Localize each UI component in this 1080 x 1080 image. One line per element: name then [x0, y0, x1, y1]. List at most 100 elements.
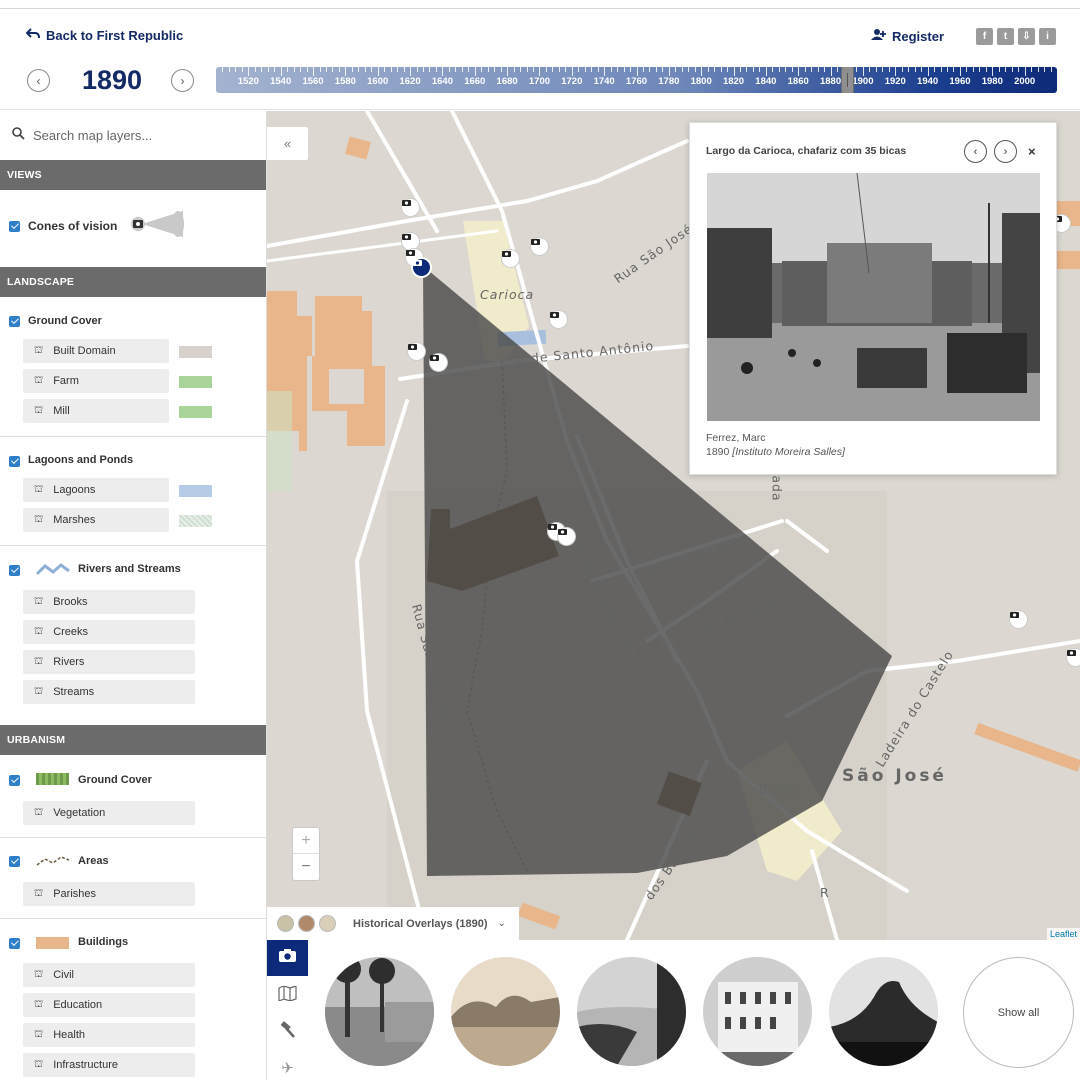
lagoons-checkbox[interactable] — [9, 456, 20, 467]
register-link[interactable]: Register — [871, 28, 944, 44]
zoom-in-button[interactable]: + — [293, 828, 319, 854]
timeline-tick — [1005, 67, 1007, 72]
camera-icon[interactable] — [402, 233, 419, 250]
camera-icon[interactable] — [1067, 649, 1080, 666]
chevron-left-icon: ‹ — [36, 73, 41, 88]
urban-ground-cover-checkbox[interactable] — [9, 775, 20, 786]
layer-vegetation[interactable]: ⛫ Vegetation — [23, 801, 195, 825]
timeline-tick-label: 1620 — [399, 76, 421, 87]
timeline-tick-label: 1720 — [561, 76, 583, 87]
timeline-tick-label: 1900 — [852, 76, 874, 87]
ground-cover-checkbox[interactable] — [9, 316, 20, 327]
binoculars-icon: ⛫ — [34, 625, 44, 637]
historical-overlays-toggle[interactable]: Historical Overlays (1890) ⌄ — [267, 907, 519, 940]
cone-of-vision-icon — [130, 209, 185, 244]
download-icon[interactable]: ⇩ — [1018, 28, 1035, 45]
overlay-thumb[interactable] — [319, 915, 336, 932]
back-link[interactable]: Back to First Republic — [25, 28, 183, 43]
timeline-handle[interactable] — [840, 67, 854, 93]
camera-icon-selected[interactable] — [413, 259, 430, 276]
urban-ground-cover-label: Ground Cover — [78, 774, 152, 786]
camera-icon[interactable] — [502, 250, 519, 267]
binoculars-icon: ⛫ — [34, 968, 44, 980]
layer-parishes[interactable]: ⛫ Parishes — [23, 882, 195, 906]
timeline-tick-label: 1680 — [496, 76, 518, 87]
layer-rivers[interactable]: ⛫ Rivers — [23, 650, 195, 674]
show-all-button[interactable]: Show all — [963, 957, 1074, 1068]
popup-next-button[interactable]: › — [994, 140, 1017, 163]
gallery-thumbnail[interactable] — [703, 957, 812, 1066]
search-icon — [12, 126, 25, 145]
camera-icon[interactable] — [430, 354, 447, 371]
tab-plans[interactable] — [267, 1014, 308, 1050]
binoculars-icon: ⛫ — [34, 806, 44, 818]
gallery-thumbnail[interactable] — [325, 957, 434, 1066]
layer-health[interactable]: ⛫ Health — [23, 1023, 195, 1047]
layer-brooks[interactable]: ⛫ Brooks — [23, 590, 195, 614]
tab-maps[interactable] — [267, 978, 308, 1014]
rivers-checkbox[interactable] — [9, 565, 20, 576]
timeline-tick — [254, 67, 256, 72]
collapse-sidebar-button[interactable]: « — [267, 127, 308, 160]
timeline-tick — [377, 67, 379, 76]
add-user-icon — [871, 28, 887, 44]
timeline-tick — [416, 67, 418, 72]
zoom-out-button[interactable]: − — [293, 854, 319, 880]
gallery-thumbnail[interactable] — [451, 957, 560, 1066]
tab-aerials[interactable]: ✈ — [267, 1050, 308, 1080]
twitter-icon[interactable]: t — [997, 28, 1014, 45]
gallery-thumbnail[interactable] — [829, 957, 938, 1066]
camera-icon[interactable] — [402, 199, 419, 216]
section-urbanism: URBANISM — [0, 725, 266, 755]
popup-prev-button[interactable]: ‹ — [964, 140, 987, 163]
timeline-tick-label: 1540 — [270, 76, 292, 87]
hammer-icon — [279, 1021, 296, 1043]
buildings-checkbox[interactable] — [9, 938, 20, 949]
facebook-icon[interactable]: f — [976, 28, 993, 45]
camera-icon[interactable] — [558, 528, 575, 545]
timeline-tick — [429, 67, 431, 72]
back-arrow-icon — [25, 28, 40, 43]
layer-farm[interactable]: ⛫ Farm — [23, 369, 169, 393]
divider — [0, 837, 266, 838]
layer-label: Brooks — [53, 596, 88, 608]
layer-mill[interactable]: ⛫ Mill — [23, 399, 169, 423]
timeline-tick — [261, 67, 263, 72]
close-icon[interactable]: × — [1028, 144, 1036, 159]
layer-creeks[interactable]: ⛫ Creeks — [23, 620, 195, 644]
timeline-slider[interactable]: 1520 1540 1560 1580 1600 1620 1640 1660 1680 1700… — [216, 67, 1057, 93]
timeline-tick — [772, 67, 774, 72]
layer-education[interactable]: ⛫ Education — [23, 993, 195, 1017]
overlay-thumb[interactable] — [298, 915, 315, 932]
year-next-button[interactable]: › — [171, 69, 194, 92]
camera-icon[interactable] — [1010, 611, 1027, 628]
overlay-thumb[interactable] — [277, 915, 294, 932]
binoculars-icon: ⛫ — [34, 483, 44, 495]
search-input[interactable] — [33, 128, 253, 143]
timeline-tick-label: 1580 — [334, 76, 356, 87]
cones-checkbox[interactable] — [9, 221, 20, 232]
timeline-tick — [798, 67, 800, 76]
gallery-thumbnail[interactable] — [577, 957, 686, 1066]
layer-streams[interactable]: ⛫ Streams — [23, 680, 195, 704]
layer-civil[interactable]: ⛫ Civil — [23, 963, 195, 987]
layer-built-domain[interactable]: ⛫ Built Domain — [23, 339, 169, 363]
timeline-tick-label: 1880 — [819, 76, 842, 87]
areas-checkbox[interactable] — [9, 856, 20, 867]
timeline-tick — [293, 67, 295, 72]
timeline-tick — [882, 67, 884, 72]
popup-title: Largo da Carioca, chafariz com 35 bicas — [706, 145, 907, 157]
camera-icon[interactable] — [550, 311, 567, 328]
historic-photo[interactable] — [707, 173, 1040, 421]
leaflet-attribution[interactable]: Leaflet — [1046, 928, 1080, 940]
timeline-tick — [520, 67, 522, 72]
layer-lagoons[interactable]: ⛫ Lagoons — [23, 478, 169, 502]
tab-photos[interactable] — [267, 940, 308, 976]
layer-sidebar: VIEWS Cones of vision LANDSCAPE Ground C… — [0, 111, 267, 1080]
layer-marshes[interactable]: ⛫ Marshes — [23, 508, 169, 532]
layer-infrastructure[interactable]: ⛫ Infrastructure — [23, 1053, 195, 1077]
year-prev-button[interactable]: ‹ — [27, 69, 50, 92]
info-icon[interactable]: i — [1039, 28, 1056, 45]
camera-icon[interactable] — [531, 238, 548, 255]
camera-icon[interactable] — [408, 343, 425, 360]
